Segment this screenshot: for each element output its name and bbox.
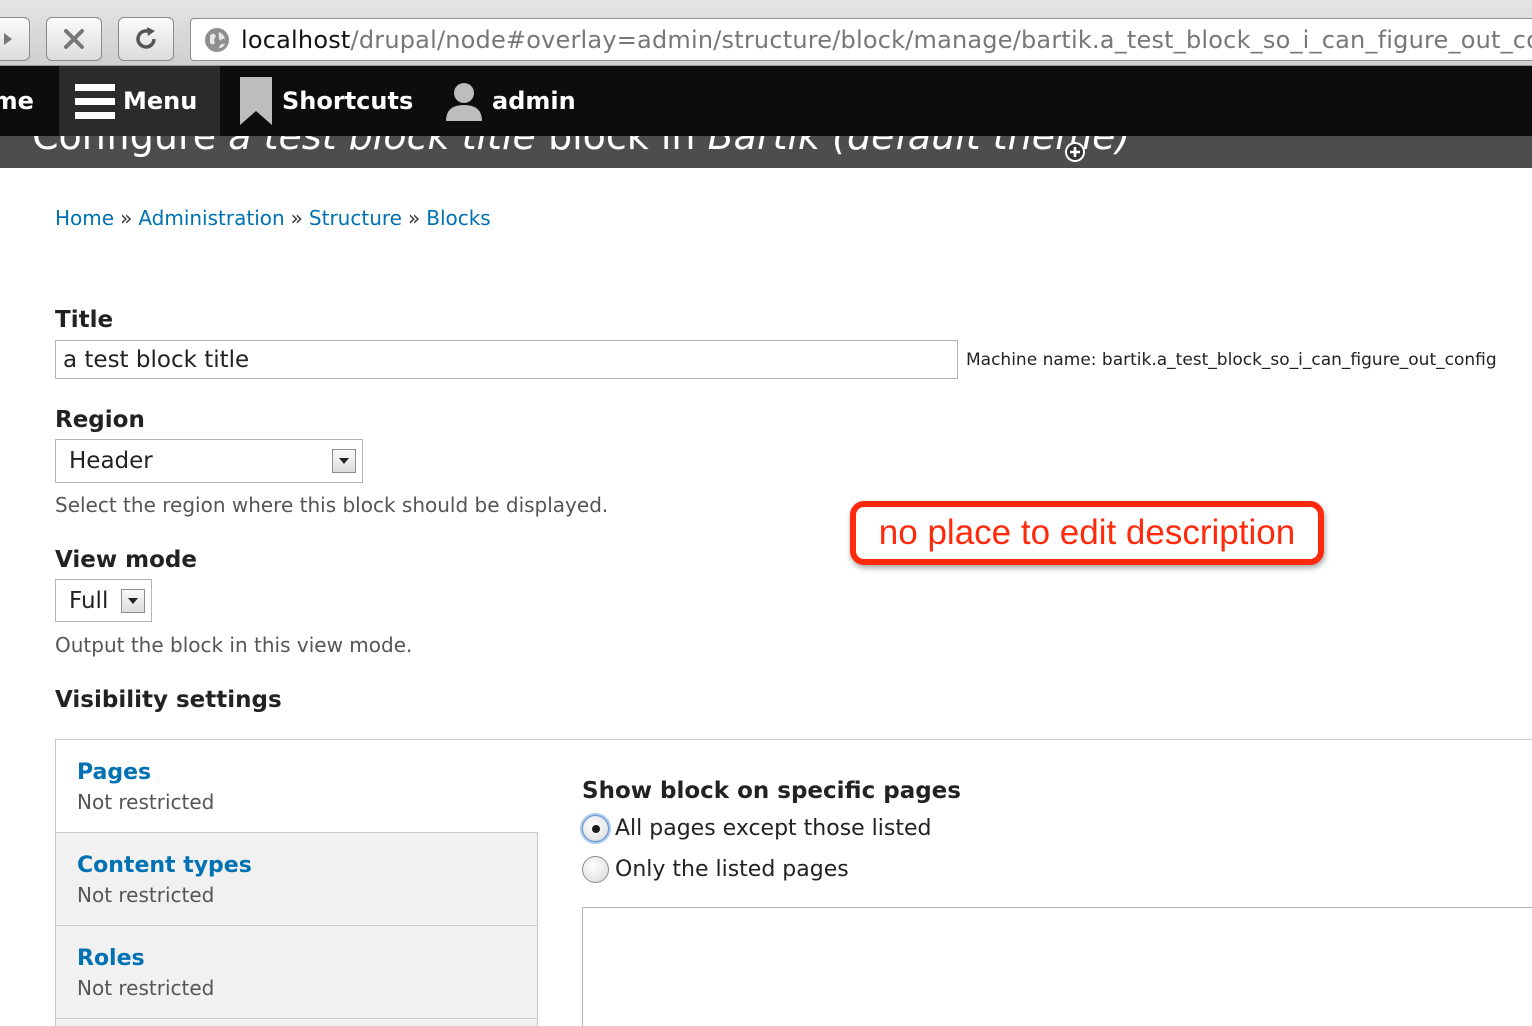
toolbar-menu[interactable]: Menu xyxy=(59,66,220,136)
address-bar[interactable]: localhost/drupal/node#overlay=admin/stru… xyxy=(190,18,1532,61)
breadcrumb-structure[interactable]: Structure xyxy=(309,206,402,230)
admin-toolbar: Home Menu Shortcuts admin xyxy=(0,66,1532,136)
forward-button[interactable] xyxy=(0,17,30,61)
breadcrumb-separator: » xyxy=(407,206,421,230)
toolbar-shortcuts[interactable]: Shortcuts xyxy=(238,66,413,136)
view-mode-select-value: Full xyxy=(69,587,109,614)
bookmark-icon xyxy=(240,77,272,125)
vertical-tab-list: Pages Not restricted Content types Not r… xyxy=(56,740,538,1026)
machine-name: Machine name: bartik.a_test_block_so_i_c… xyxy=(966,350,1497,370)
reload-icon xyxy=(136,27,156,49)
vertical-tab-pages[interactable]: Pages Not restricted xyxy=(56,740,538,833)
breadcrumb-administration[interactable]: Administration xyxy=(138,206,284,230)
vertical-tab-summary: Not restricted xyxy=(77,883,215,907)
page-title-prefix: Configure xyxy=(32,136,229,158)
breadcrumb-separator: » xyxy=(290,206,303,230)
pages-pane-heading: Show block on specific pages xyxy=(582,778,961,804)
overlay-title-bar: Configure a test block title block in Ba… xyxy=(0,136,1532,168)
vertical-tab-title: Content types xyxy=(77,853,252,878)
annotation-callout: no place to edit description xyxy=(850,501,1324,565)
add-shortcut-icon[interactable] xyxy=(1063,140,1087,164)
toolbar-shortcuts-label: Shortcuts xyxy=(282,87,414,115)
hamburger-icon xyxy=(75,84,115,119)
breadcrumb-separator: » xyxy=(120,206,133,230)
vertical-tab-content-types[interactable]: Content types Not restricted xyxy=(56,833,538,926)
vertical-tab-summary: Not restricted xyxy=(77,976,215,1000)
page-title: Configure a test block title block in Ba… xyxy=(32,136,1130,158)
user-icon xyxy=(446,83,482,121)
breadcrumb-home[interactable]: Home xyxy=(55,206,114,230)
stop-button[interactable] xyxy=(46,17,102,61)
toolbar-user[interactable]: admin xyxy=(444,66,576,136)
radio-option-only-listed[interactable]: Only the listed pages xyxy=(582,856,849,883)
visibility-vertical-tabs: Pages Not restricted Content types Not r… xyxy=(55,739,1532,1026)
browser-bar: localhost/drupal/node#overlay=admin/stru… xyxy=(0,0,1532,66)
title-input[interactable] xyxy=(55,340,958,379)
page-title-middle: block in xyxy=(535,136,708,158)
view-mode-label: View mode xyxy=(55,547,197,573)
title-label: Title xyxy=(55,307,114,333)
vertical-tab-summary: Not restricted xyxy=(77,790,215,814)
region-description: Select the region where this block shoul… xyxy=(55,493,609,517)
radio-option-all-pages-except[interactable]: All pages except those listed xyxy=(582,815,932,842)
toolbar-home[interactable]: Home xyxy=(0,66,34,136)
region-label: Region xyxy=(55,407,145,433)
close-icon xyxy=(64,29,84,49)
reload-button[interactable] xyxy=(118,17,174,61)
toolbar-user-label: admin xyxy=(492,87,576,115)
breadcrumb: Home» Administration» Structure» Blocks xyxy=(55,206,491,230)
region-select[interactable]: Header xyxy=(55,439,363,483)
vertical-tab-roles[interactable]: Roles Not restricted xyxy=(56,926,538,1019)
vertical-tab-title: Roles xyxy=(77,946,145,971)
url-host: localhost xyxy=(241,25,351,54)
vertical-tab-title: Pages xyxy=(77,760,152,785)
toolbar-menu-label: Menu xyxy=(123,87,198,115)
radio-button-checked[interactable] xyxy=(582,815,609,842)
radio-button[interactable] xyxy=(582,856,609,883)
view-mode-description: Output the block in this view mode. xyxy=(55,633,413,657)
radio-label: All pages except those listed xyxy=(615,816,932,841)
url-path: /drupal/node#overlay=admin/structure/blo… xyxy=(350,25,1532,54)
chevron-down-icon xyxy=(121,589,145,613)
page-title-block: a test block title xyxy=(228,136,536,158)
toolbar-home-label: Home xyxy=(0,87,34,115)
view-mode-select[interactable]: Full xyxy=(55,579,152,622)
breadcrumb-blocks[interactable]: Blocks xyxy=(426,206,491,230)
url-text: localhost/drupal/node#overlay=admin/stru… xyxy=(241,26,1532,54)
pages-textarea[interactable] xyxy=(582,907,1532,1026)
globe-icon xyxy=(205,27,229,52)
chevron-down-icon xyxy=(332,449,356,473)
vertical-tab-next[interactable] xyxy=(56,1019,538,1026)
region-select-value: Header xyxy=(69,448,153,474)
radio-label: Only the listed pages xyxy=(615,857,849,882)
forward-arrow-icon xyxy=(4,33,12,45)
visibility-settings-heading: Visibility settings xyxy=(55,687,282,713)
